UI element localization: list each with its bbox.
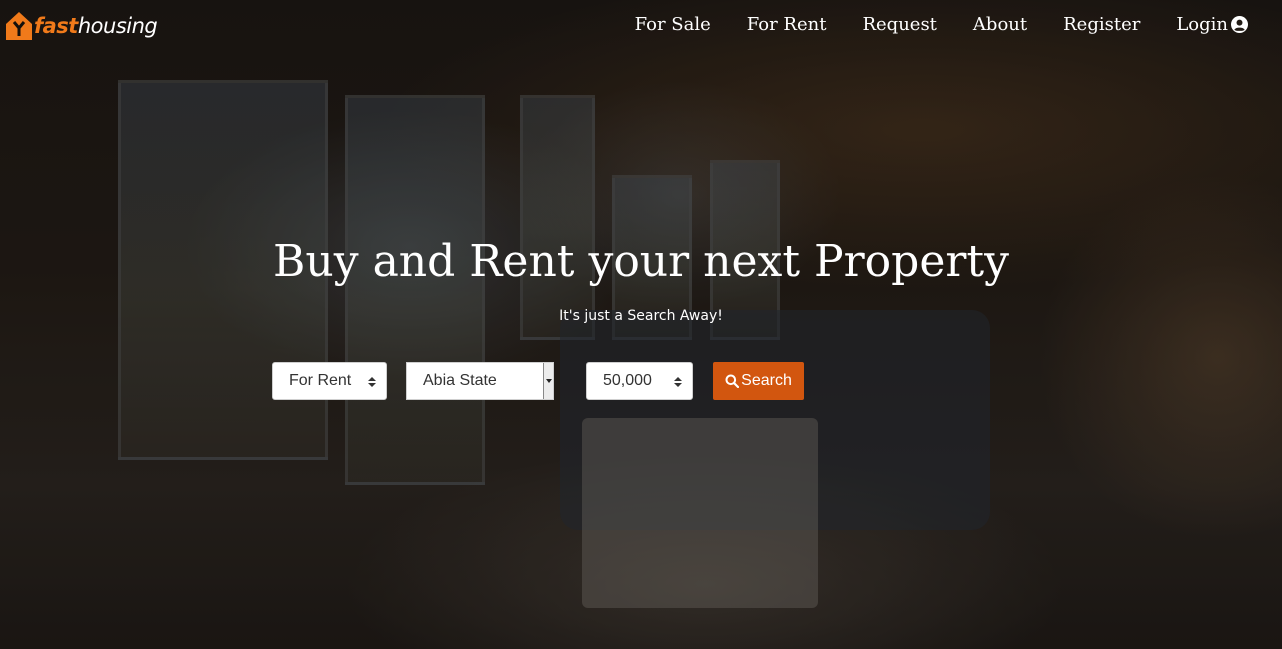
- hero-background: [0, 0, 1282, 649]
- hero-title: Buy and Rent your next Property: [273, 236, 1009, 287]
- search-button[interactable]: Search: [713, 362, 804, 400]
- select-arrows-icon: [368, 377, 376, 387]
- brand-name-fast: fast: [34, 14, 78, 38]
- brand-name-housing: housing: [77, 14, 158, 38]
- nav-for-sale[interactable]: For Sale: [635, 14, 711, 35]
- main-nav: For Sale For Rent Request About Register…: [599, 14, 1248, 35]
- nav-request[interactable]: Request: [862, 14, 936, 35]
- nav-about[interactable]: About: [973, 14, 1027, 35]
- house-logo-icon: [6, 12, 32, 40]
- chevron-down-icon: [546, 379, 552, 383]
- state-select[interactable]: Abia State: [406, 362, 554, 400]
- nav-for-rent[interactable]: For Rent: [747, 14, 827, 35]
- price-select[interactable]: 50,000: [586, 362, 693, 400]
- select-arrows-icon: [674, 377, 682, 387]
- nav-register[interactable]: Register: [1063, 14, 1140, 35]
- price-value: 50,000: [603, 372, 652, 389]
- nav-login[interactable]: Login: [1176, 14, 1248, 35]
- state-dropdown-toggle[interactable]: [543, 363, 553, 399]
- listing-type-value: For Rent: [289, 372, 352, 389]
- search-button-label: Search: [741, 372, 792, 389]
- nav-login-label: Login: [1176, 14, 1228, 35]
- listing-type-select[interactable]: For Rent: [272, 362, 387, 400]
- hero-overlay: [0, 0, 1282, 649]
- state-value: Abia State: [423, 372, 497, 389]
- brand-logo[interactable]: fast housing: [4, 9, 158, 43]
- user-circle-icon: [1231, 16, 1248, 33]
- hero-subtitle: It's just a Search Away!: [559, 308, 723, 324]
- search-icon: [725, 374, 740, 388]
